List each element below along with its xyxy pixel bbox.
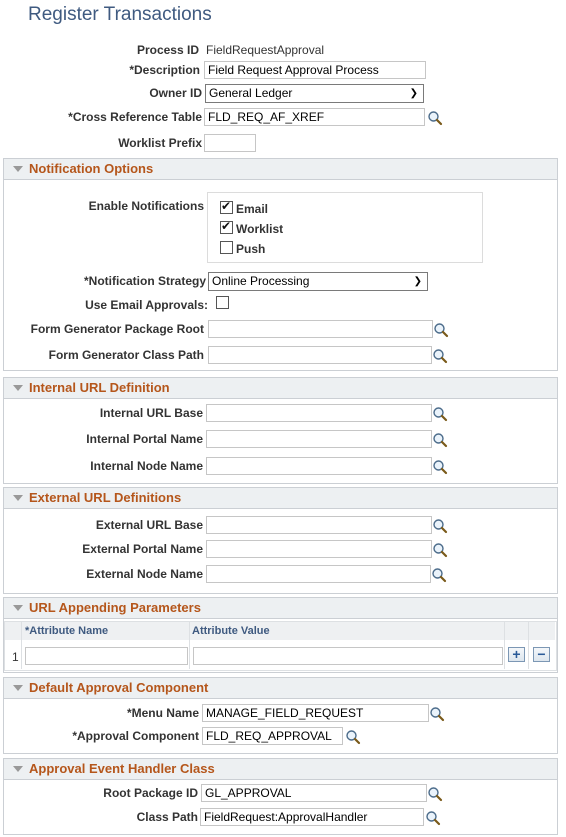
chevron-down-icon: ❯: [413, 276, 422, 287]
root-package-id-input[interactable]: GL_APPROVAL: [201, 784, 427, 802]
root-package-id-label: Root Package ID: [103, 786, 198, 800]
owner-id-label: Owner ID: [149, 86, 202, 100]
notification-strategy-select[interactable]: Online Processing ❯: [208, 272, 428, 291]
description-input[interactable]: Field Request Approval Process: [204, 61, 426, 79]
email-checkbox-label: Email: [236, 202, 269, 216]
use-email-approvals-label: Use Email Approvals:: [85, 298, 208, 312]
default-approval-component-header[interactable]: Default Approval Component: [4, 678, 557, 699]
push-checkbox[interactable]: [220, 241, 233, 254]
section-title: URL Appending Parameters: [29, 600, 201, 615]
worklist-prefix-input[interactable]: [204, 134, 256, 152]
collapse-triangle-icon[interactable]: [13, 766, 23, 772]
form-generator-class-path-input[interactable]: [208, 346, 432, 364]
grid-divider: [504, 622, 505, 669]
external-portal-name-input[interactable]: [206, 540, 432, 558]
lookup-icon[interactable]: [433, 322, 449, 338]
chevron-down-icon: ❯: [409, 88, 418, 99]
lookup-icon[interactable]: [432, 459, 448, 475]
lookup-icon[interactable]: [427, 110, 443, 126]
process-id-label: Process ID: [136, 43, 199, 57]
notification-strategy-value: Online Processing: [212, 274, 310, 288]
lookup-icon[interactable]: [432, 432, 448, 448]
push-checkbox-label: Push: [236, 242, 266, 256]
collapse-triangle-icon[interactable]: [13, 385, 23, 391]
owner-id-select[interactable]: General Ledger ❯: [205, 84, 424, 103]
lookup-icon[interactable]: [432, 348, 448, 364]
form-generator-package-root-input[interactable]: [208, 320, 433, 338]
add-row-button[interactable]: +: [508, 647, 525, 662]
grid-header-row: *Attribute Name Attribute Value: [5, 622, 555, 640]
external-url-base-input[interactable]: [206, 516, 432, 534]
grid-column-attribute-value: Attribute Value: [192, 625, 270, 637]
internal-node-name-label: Internal Node Name: [90, 459, 203, 473]
collapse-triangle-icon[interactable]: [13, 495, 23, 501]
attribute-value-input[interactable]: [193, 647, 503, 665]
worklist-checkbox[interactable]: [220, 219, 233, 234]
lookup-icon[interactable]: [429, 706, 445, 722]
row-number: 1: [12, 650, 19, 664]
internal-url-base-label: Internal URL Base: [99, 406, 203, 420]
collapse-triangle-icon[interactable]: [13, 685, 23, 691]
worklist-checkbox-label: Worklist: [236, 222, 284, 236]
url-appending-parameters-header[interactable]: URL Appending Parameters: [4, 598, 557, 619]
menu-name-label: *Menu Name: [126, 706, 199, 720]
form-generator-package-root-label: Form Generator Package Root: [30, 322, 204, 336]
email-checkbox[interactable]: [220, 199, 233, 214]
grid-divider: [21, 622, 22, 669]
lookup-icon[interactable]: [345, 729, 361, 745]
section-title: Notification Options: [29, 161, 154, 176]
external-node-name-input[interactable]: [206, 565, 431, 583]
page-title: Register Transactions: [28, 4, 212, 25]
external-url-base-label: External URL Base: [95, 518, 203, 532]
process-id-value: FieldRequestApproval: [206, 43, 325, 57]
collapse-triangle-icon[interactable]: [13, 166, 23, 172]
use-email-approvals-checkbox[interactable]: [216, 296, 229, 309]
external-url-header[interactable]: External URL Definitions: [4, 488, 557, 509]
internal-portal-name-label: Internal Portal Name: [86, 432, 203, 446]
approval-component-input[interactable]: FLD_REQ_APPROVAL: [202, 727, 343, 745]
attribute-name-input[interactable]: [25, 647, 188, 665]
external-node-name-label: External Node Name: [86, 567, 203, 581]
notification-options-section: Notification Options: [3, 158, 558, 371]
lookup-icon[interactable]: [431, 567, 447, 583]
notification-options-header[interactable]: Notification Options: [4, 159, 557, 180]
collapse-triangle-icon[interactable]: [13, 605, 23, 611]
grid-divider: [528, 622, 529, 669]
internal-node-name-input[interactable]: [206, 457, 432, 475]
lookup-icon[interactable]: [432, 518, 448, 534]
class-path-label: Class Path: [136, 810, 198, 824]
form-generator-class-path-label: Form Generator Class Path: [48, 348, 204, 362]
enable-notifications-label: Enable Notifications: [88, 199, 204, 213]
notification-strategy-label: *Notification Strategy: [83, 274, 206, 288]
lookup-icon[interactable]: [432, 406, 448, 422]
internal-portal-name-input[interactable]: [206, 430, 432, 448]
menu-name-input[interactable]: MANAGE_FIELD_REQUEST: [202, 704, 429, 722]
class-path-input[interactable]: FieldRequest:ApprovalHandler: [200, 808, 424, 826]
owner-id-value: General Ledger: [209, 86, 293, 100]
description-label: *Description: [129, 63, 200, 77]
internal-url-base-input[interactable]: [206, 404, 432, 422]
section-title: Default Approval Component: [29, 680, 209, 695]
section-title: Internal URL Definition: [29, 380, 170, 395]
lookup-icon[interactable]: [432, 542, 448, 558]
grid-column-attribute-name: *Attribute Name: [25, 625, 109, 637]
cross-reference-table-input[interactable]: FLD_REQ_AF_XREF: [204, 108, 425, 126]
external-portal-name-label: External Portal Name: [82, 542, 203, 556]
delete-row-button[interactable]: −: [533, 647, 550, 662]
internal-url-header[interactable]: Internal URL Definition: [4, 378, 557, 399]
approval-component-label: *Approval Component: [72, 729, 199, 743]
grid-divider: [189, 622, 190, 669]
lookup-icon[interactable]: [427, 786, 443, 802]
worklist-prefix-label: Worklist Prefix: [118, 136, 202, 150]
approval-event-handler-header[interactable]: Approval Event Handler Class: [4, 759, 557, 780]
section-title: Approval Event Handler Class: [29, 761, 215, 776]
lookup-icon[interactable]: [425, 810, 441, 826]
cross-reference-table-label: *Cross Reference Table: [68, 110, 202, 124]
section-title: External URL Definitions: [29, 490, 182, 505]
